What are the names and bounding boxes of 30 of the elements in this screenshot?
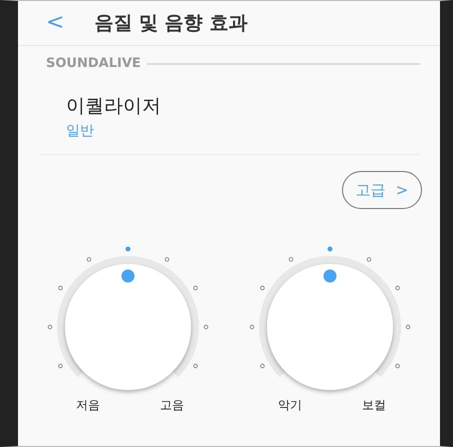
dial-label: 고음 — [160, 397, 184, 414]
dial-tick — [193, 364, 198, 368]
dial-label: 저음 — [76, 397, 100, 414]
dial-tick — [250, 324, 254, 330]
dial-tick — [204, 324, 208, 330]
dial-knob[interactable] — [65, 264, 191, 390]
dial-indicator[interactable] — [324, 270, 336, 282]
page-title: 음질 및 음향 효과 — [94, 11, 248, 36]
dial-tick — [48, 324, 52, 330]
dial-tick — [395, 364, 400, 368]
dial-tick — [395, 286, 400, 290]
dial-indicator[interactable] — [122, 270, 134, 282]
dial-tick — [366, 257, 372, 262]
dial-tick — [193, 286, 198, 290]
advanced-button[interactable]: 고급 > — [342, 171, 422, 209]
dial-tick — [86, 257, 92, 262]
dial-tick — [164, 257, 170, 262]
dial-tick — [406, 324, 410, 330]
equalizer-value: 일반 — [66, 122, 95, 140]
section-title: SOUNDALIVE — [46, 56, 141, 71]
dial-tick — [58, 364, 63, 368]
dial-knob[interactable] — [267, 264, 393, 390]
dial-tick — [58, 286, 63, 290]
dial-label: 악기 — [278, 397, 302, 414]
dial-tick — [288, 257, 294, 262]
back-button[interactable]: < — [42, 12, 68, 34]
equalizer-title[interactable]: 이퀄라이저 — [66, 93, 420, 119]
dial-tick — [260, 286, 265, 290]
dial-label: 보컬 — [362, 397, 386, 414]
dial-tick — [260, 364, 265, 368]
